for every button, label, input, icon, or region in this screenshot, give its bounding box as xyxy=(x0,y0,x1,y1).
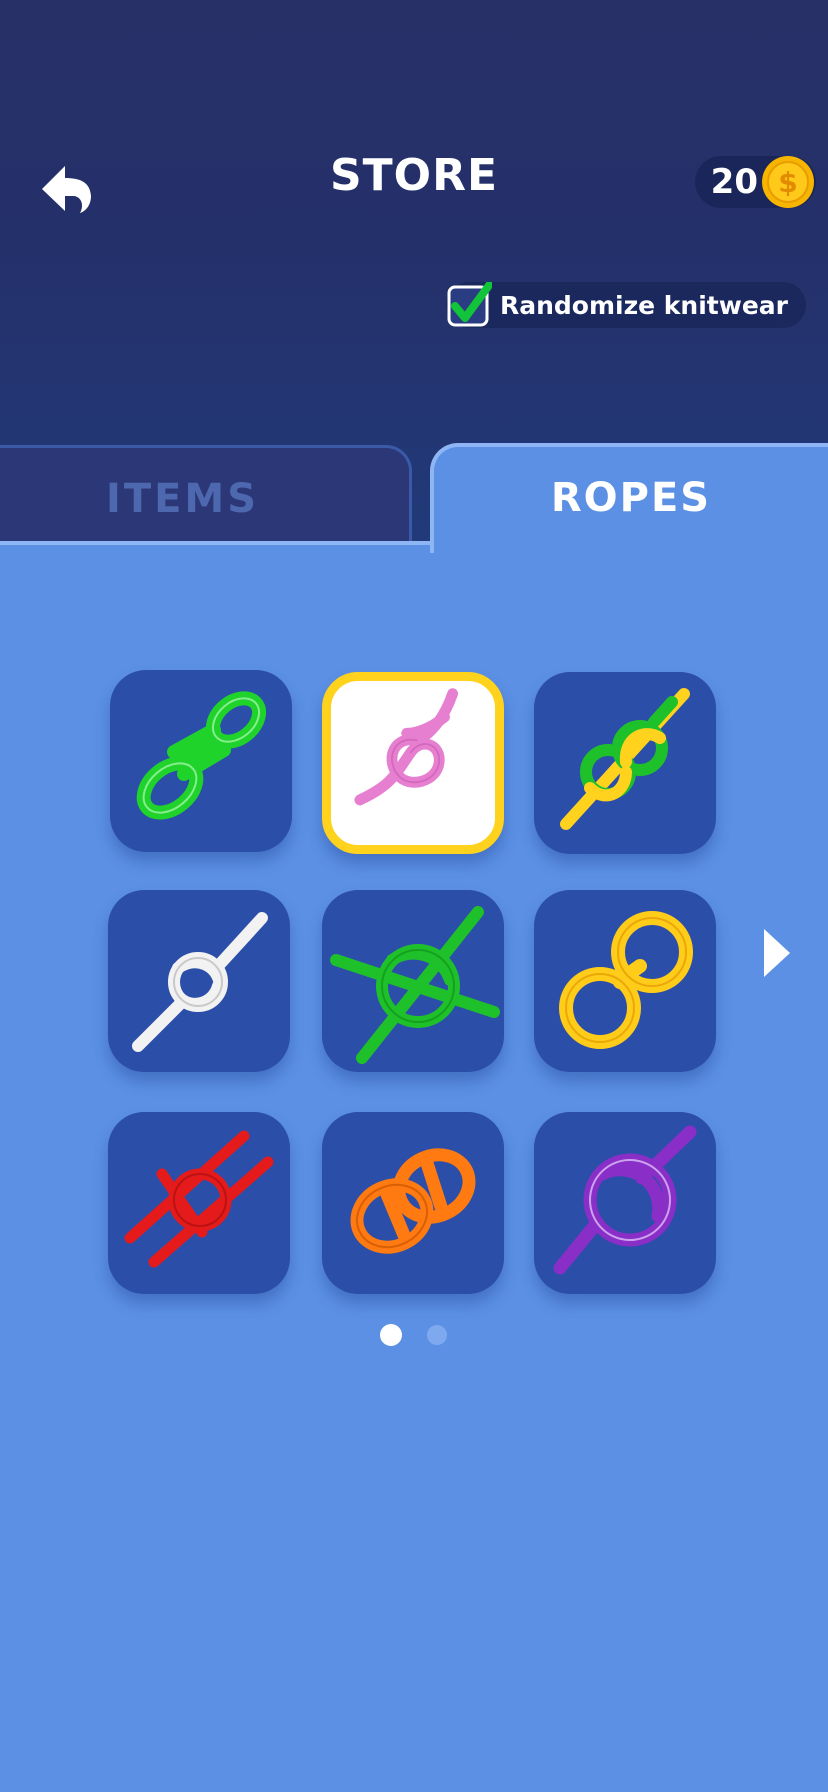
chevron-right-icon xyxy=(764,929,790,977)
round-knot-icon xyxy=(553,1125,697,1275)
rope-item-green-coil[interactable] xyxy=(110,670,292,852)
tab-ropes[interactable]: ROPES xyxy=(430,443,828,553)
tab-divider xyxy=(0,541,434,545)
coiled-rope-icon xyxy=(136,691,267,820)
coin-icon: $ xyxy=(762,156,814,208)
loop-knot-icon xyxy=(354,688,459,806)
tab-items[interactable]: ITEMS xyxy=(0,445,412,545)
rope-item-purple-round[interactable] xyxy=(534,1112,716,1294)
double-cross-knot-icon xyxy=(124,1130,274,1268)
svg-text:$: $ xyxy=(778,166,797,199)
rope-item-white-knot[interactable] xyxy=(108,890,290,1072)
checkmark-icon xyxy=(447,280,494,327)
next-page-arrow[interactable] xyxy=(760,925,794,981)
rope-item-red-cross[interactable] xyxy=(108,1112,290,1294)
randomize-label: Randomize knitwear xyxy=(499,290,788,320)
figure-eight-knot-icon xyxy=(560,688,690,830)
coin-count: 20 xyxy=(710,162,758,202)
rope-item-orange-chain[interactable] xyxy=(322,1112,504,1294)
overhand-knot-icon xyxy=(132,912,268,1052)
page-dot-2[interactable] xyxy=(427,1325,447,1345)
page-dot-1[interactable] xyxy=(380,1324,402,1346)
tab-ropes-label: ROPES xyxy=(550,475,712,521)
cross-knot-icon xyxy=(330,906,500,1064)
rope-item-yellow-infinity[interactable] xyxy=(534,890,716,1072)
randomize-checkbox[interactable] xyxy=(446,280,494,328)
chain-loop-icon xyxy=(350,1148,476,1254)
rope-item-yellow-green-knot[interactable] xyxy=(534,672,716,854)
randomize-knitwear-toggle[interactable]: Randomize knitwear xyxy=(445,280,806,328)
coin-balance: 20 $ xyxy=(694,156,816,208)
tab-items-label: ITEMS xyxy=(105,476,260,522)
infinity-loop-icon xyxy=(559,911,693,1049)
rope-item-green-cross[interactable] xyxy=(322,890,504,1072)
rope-item-pink-loop[interactable] xyxy=(322,672,504,854)
